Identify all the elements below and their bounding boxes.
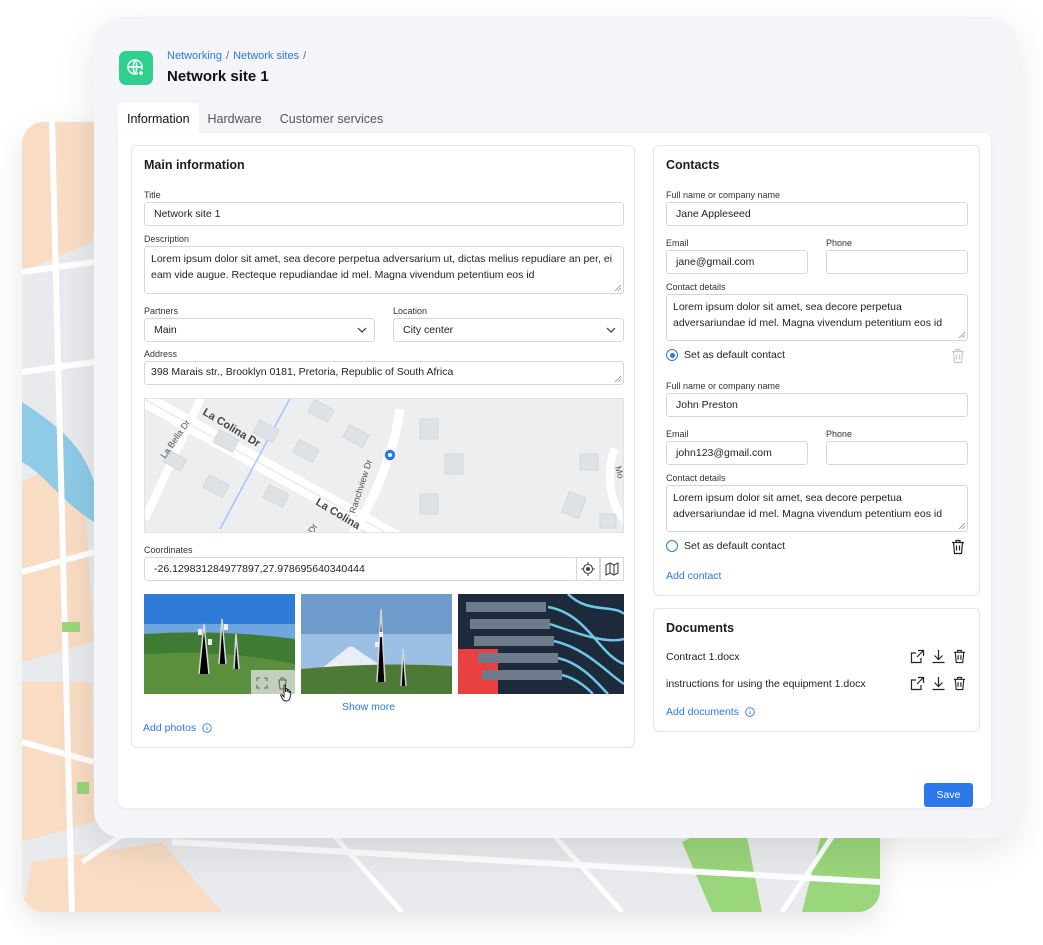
contact-name-input[interactable]: John Preston: [666, 393, 968, 417]
contact-name-input[interactable]: Jane Appleseed: [666, 202, 968, 226]
open-external-icon[interactable]: [910, 649, 925, 664]
documents-panel: Documents Contract 1.docx instructions f…: [653, 608, 980, 732]
site-photo-1[interactable]: [144, 594, 295, 694]
info-icon: [745, 707, 755, 717]
contacts-heading: Contacts: [666, 158, 720, 172]
coordinates-input[interactable]: -26.129831284977897,27.978695640340444: [144, 557, 577, 581]
contact-details-text: Lorem ipsum dolor sit amet, sea decore p…: [673, 301, 943, 329]
add-photos-link[interactable]: Add photos: [143, 722, 212, 734]
contact-email-input[interactable]: john123@gmail.com: [666, 441, 808, 465]
main-information-heading: Main information: [144, 158, 245, 172]
chevron-down-icon: [606, 327, 616, 333]
breadcrumb: Networking / Network sites /: [167, 50, 306, 62]
default-contact-radio[interactable]: Set as default contact: [666, 349, 785, 361]
tab-content: Main information Title Network site 1 De…: [118, 133, 991, 808]
page-title: Network site 1: [167, 68, 269, 85]
contact-phone-label: Phone: [826, 429, 853, 439]
contact-details-label: Contact details: [666, 282, 726, 292]
resize-grip-icon[interactable]: [959, 523, 965, 529]
show-more-link[interactable]: Show more: [342, 701, 395, 713]
site-photo-2[interactable]: [301, 594, 452, 694]
hand-cursor-icon: [280, 684, 294, 702]
tab-information[interactable]: Information: [118, 103, 199, 133]
breadcrumb-network-sites[interactable]: Network sites: [233, 50, 299, 62]
resize-grip-icon[interactable]: [615, 376, 621, 382]
app-window: Networking / Network sites / Network sit…: [94, 17, 1017, 838]
contact-phone-label: Phone: [826, 238, 853, 248]
contact-email-label: Email: [666, 238, 689, 248]
add-photos-label: Add photos: [143, 722, 197, 734]
add-contact-link[interactable]: Add contact: [666, 570, 721, 582]
address-text: 398 Marais str., Brooklyn 0181, Pretoria…: [151, 366, 454, 378]
trash-icon[interactable]: [952, 676, 967, 691]
description-text: Lorem ipsum dolor sit amet, sea decore p…: [151, 253, 613, 281]
main-information-panel: Main information Title Network site 1 De…: [131, 145, 635, 748]
location-select[interactable]: City center: [393, 318, 624, 342]
default-contact-label: Set as default contact: [684, 540, 785, 552]
locate-icon[interactable]: [576, 557, 600, 581]
save-button[interactable]: Save: [924, 783, 973, 807]
open-external-icon[interactable]: [910, 676, 925, 691]
tab-hardware[interactable]: Hardware: [199, 103, 271, 133]
partners-label: Partners: [144, 306, 179, 316]
contact-details-textarea[interactable]: Lorem ipsum dolor sit amet, sea decore p…: [666, 485, 968, 532]
title-label: Title: [144, 190, 161, 200]
globe-icon: [119, 51, 153, 85]
download-icon[interactable]: [931, 649, 946, 664]
contact-phone-input[interactable]: [826, 441, 968, 465]
add-documents-label: Add documents: [666, 706, 739, 718]
document-name[interactable]: instructions for using the equipment 1.d…: [666, 678, 866, 690]
title-input[interactable]: Network site 1: [144, 202, 624, 226]
address-textarea[interactable]: 398 Marais str., Brooklyn 0181, Pretoria…: [144, 361, 624, 385]
chevron-down-icon: [357, 327, 367, 333]
location-map[interactable]: La Colina Dr La Bella Dr Ranchview Dr La…: [144, 398, 624, 533]
contacts-panel: Contacts Full name or company name Jane …: [653, 145, 980, 596]
contact-email-label: Email: [666, 429, 689, 439]
contact-details-textarea[interactable]: Lorem ipsum dolor sit amet, sea decore p…: [666, 294, 968, 341]
radio-selected-icon: [666, 349, 678, 361]
document-actions: [910, 649, 967, 664]
trash-icon[interactable]: [951, 348, 965, 364]
tab-customer-services[interactable]: Customer services: [271, 103, 393, 133]
description-textarea[interactable]: Lorem ipsum dolor sit amet, sea decore p…: [144, 246, 624, 294]
trash-icon[interactable]: [952, 649, 967, 664]
contact-name-label: Full name or company name: [666, 381, 781, 391]
document-actions: [910, 676, 967, 691]
partners-value: Main: [154, 324, 177, 336]
breadcrumb-networking[interactable]: Networking: [167, 50, 222, 62]
info-icon: [202, 723, 212, 733]
location-label: Location: [393, 306, 428, 316]
download-icon[interactable]: [931, 676, 946, 691]
documents-heading: Documents: [666, 621, 735, 635]
site-photo-3[interactable]: [458, 594, 624, 694]
description-label: Description: [144, 234, 190, 244]
document-name[interactable]: Contract 1.docx: [666, 651, 740, 663]
contact-email-input[interactable]: jane@gmail.com: [666, 250, 808, 274]
coordinates-label: Coordinates: [144, 545, 193, 555]
breadcrumb-separator: /: [226, 50, 230, 62]
partners-select[interactable]: Main: [144, 318, 375, 342]
expand-icon[interactable]: [256, 677, 268, 689]
trash-icon[interactable]: [951, 539, 965, 555]
map-icon[interactable]: [600, 557, 624, 581]
contact-details-label: Contact details: [666, 473, 726, 483]
resize-grip-icon[interactable]: [615, 285, 621, 291]
breadcrumb-separator: /: [303, 50, 307, 62]
contact-details-text: Lorem ipsum dolor sit amet, sea decore p…: [673, 492, 943, 520]
default-contact-label: Set as default contact: [684, 349, 785, 361]
address-label: Address: [144, 349, 178, 359]
tab-bar: Information Hardware Customer services: [118, 103, 392, 133]
resize-grip-icon[interactable]: [959, 332, 965, 338]
contact-name-label: Full name or company name: [666, 190, 781, 200]
default-contact-radio[interactable]: Set as default contact: [666, 540, 785, 552]
add-documents-link[interactable]: Add documents: [666, 706, 755, 718]
radio-unselected-icon: [666, 540, 678, 552]
contact-phone-input[interactable]: [826, 250, 968, 274]
location-value: City center: [403, 324, 454, 336]
